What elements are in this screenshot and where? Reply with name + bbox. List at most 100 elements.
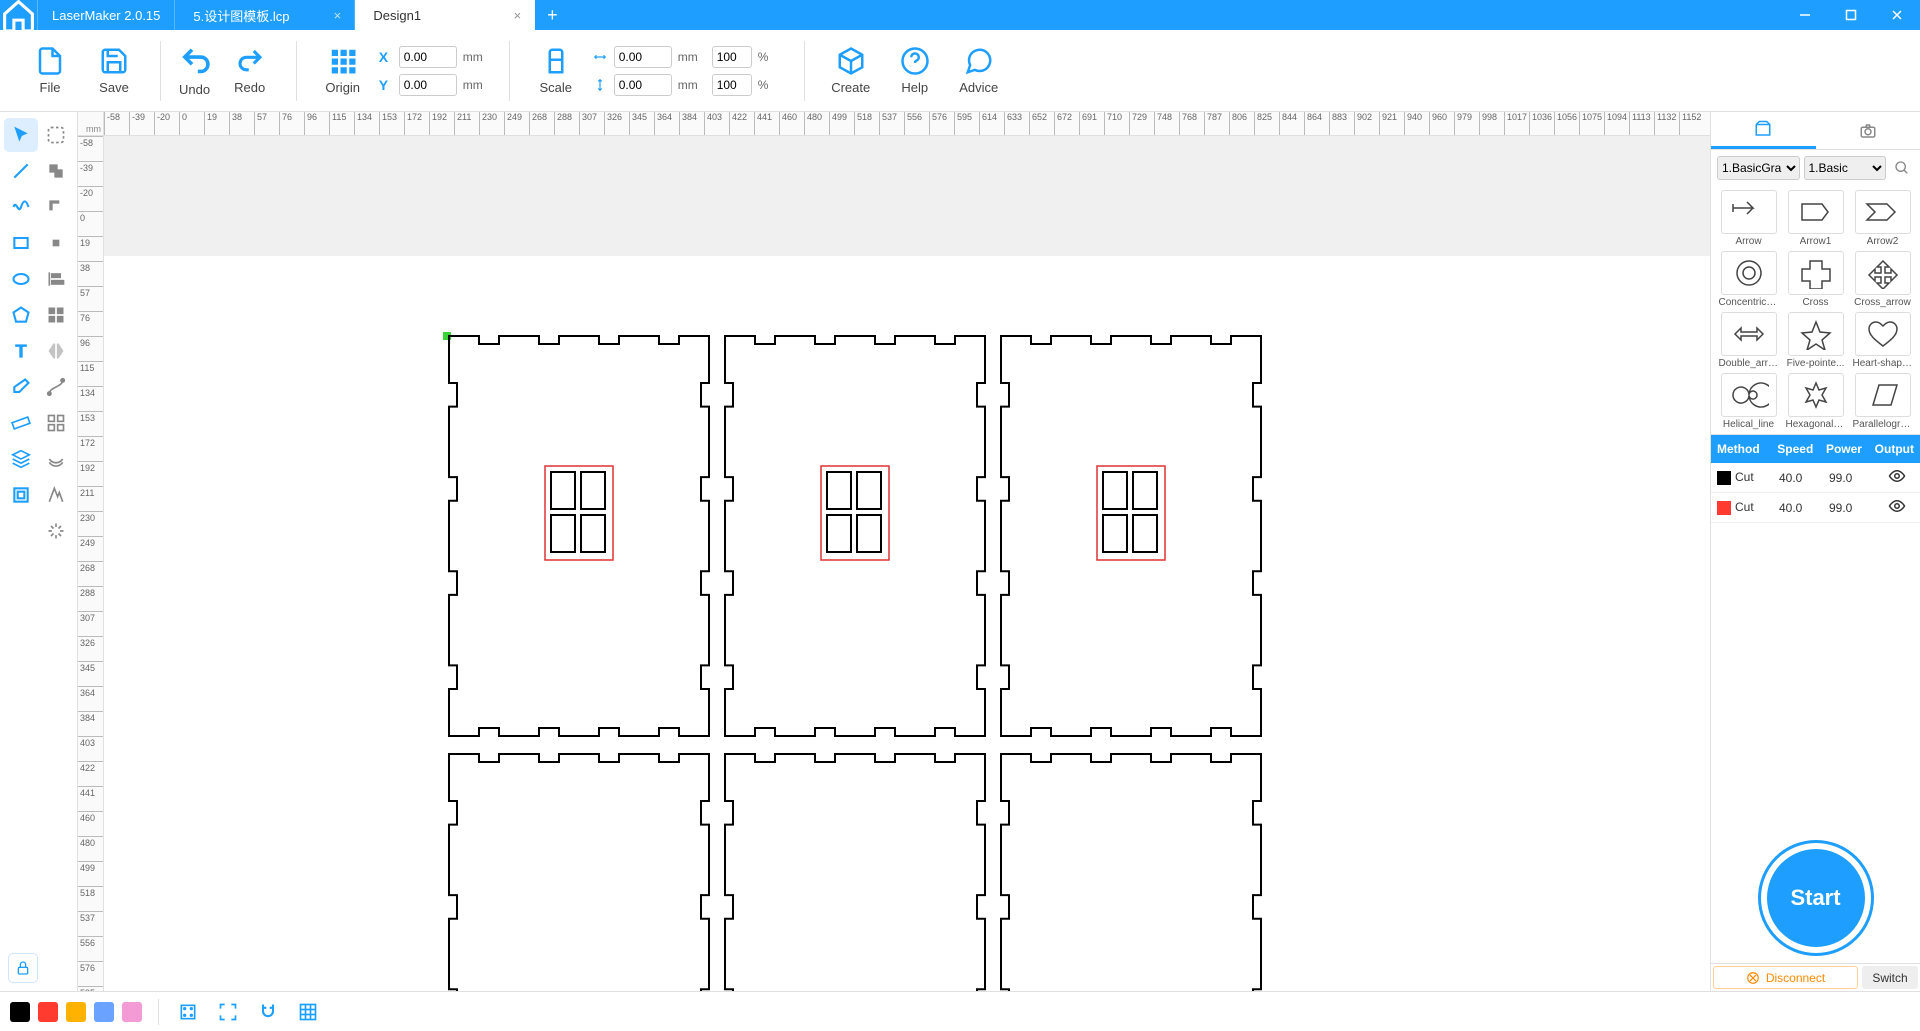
save-button[interactable]: Save — [86, 36, 142, 106]
eye-icon[interactable] — [1888, 497, 1906, 515]
engrave-tool[interactable] — [40, 478, 74, 512]
laser-tool[interactable] — [40, 514, 74, 548]
intersect-icon — [46, 233, 66, 253]
eraser-tool[interactable] — [4, 370, 38, 404]
x-input[interactable] — [399, 46, 457, 68]
eye-icon[interactable] — [1888, 467, 1906, 485]
y-input[interactable] — [399, 74, 457, 96]
marquee-tool[interactable] — [40, 118, 74, 152]
right-panel: 1.BasicGra 1.Basic Arrow Arrow1Arrow2 Conc… — [1710, 112, 1920, 991]
tab-file-2[interactable]: Design1 × — [355, 0, 535, 30]
intersect-tool[interactable] — [40, 226, 74, 260]
text-icon — [11, 341, 31, 361]
text-tool[interactable] — [4, 334, 38, 368]
shape-item[interactable]: Cross — [1784, 251, 1847, 308]
zoom-fit-button[interactable] — [215, 999, 241, 1025]
tab-file-1[interactable]: 5.设计图模板.lcp × — [175, 0, 355, 30]
polygon-tool[interactable] — [4, 298, 38, 332]
layer-row[interactable]: Cut40.099.0 — [1711, 493, 1920, 523]
layers-tool[interactable] — [4, 442, 38, 476]
lock-button[interactable] — [8, 953, 38, 983]
height-pct-input[interactable] — [712, 74, 752, 96]
measure-tool[interactable] — [4, 406, 38, 440]
outline-tool[interactable] — [40, 442, 74, 476]
shape-search-button[interactable] — [1890, 156, 1914, 180]
start-button[interactable]: Start — [1761, 843, 1871, 953]
ruler-horizontal[interactable]: -58-39-200193857769611513415317219221123… — [104, 112, 1710, 136]
shape-thumb — [1721, 373, 1777, 417]
close-icon[interactable]: × — [510, 8, 524, 23]
array-tool[interactable] — [40, 406, 74, 440]
color-swatch[interactable] — [38, 1002, 58, 1022]
shape-name: Hexagonal_... — [1786, 419, 1846, 430]
create-button[interactable]: Create — [823, 36, 879, 106]
shape-name: Arrow — [1735, 236, 1761, 247]
height-input[interactable] — [614, 74, 672, 96]
tab-strip: 5.设计图模板.lcp × Design1 × + — [175, 0, 1782, 30]
switch-button[interactable]: Switch — [1862, 966, 1918, 989]
rect-tool[interactable] — [4, 226, 38, 260]
main-toolbar: File Save Undo Redo Origin X mm — [0, 30, 1920, 112]
width-pct-input[interactable] — [712, 46, 752, 68]
drawing — [104, 136, 1704, 991]
line-tool[interactable] — [4, 154, 38, 188]
mirror-tool[interactable] — [40, 334, 74, 368]
shape-item[interactable]: Concentric_... — [1717, 251, 1780, 308]
color-swatch[interactable] — [10, 1002, 30, 1022]
width-input[interactable] — [614, 46, 672, 68]
shape-name: Helical_line — [1723, 419, 1774, 430]
color-swatch[interactable] — [122, 1002, 142, 1022]
shape-category-1[interactable]: 1.BasicGra — [1717, 156, 1800, 180]
grid-tool[interactable] — [40, 298, 74, 332]
redo-button[interactable]: Redo — [222, 36, 278, 106]
camera-tab[interactable] — [1816, 112, 1920, 149]
crop-tool[interactable] — [4, 478, 38, 512]
help-button[interactable]: Help — [887, 36, 943, 106]
save-icon — [99, 46, 129, 76]
ruler-vertical[interactable]: -58-39-200193857769611513415317219221123… — [78, 136, 104, 991]
shape-item[interactable]: Heart-shaped — [1851, 312, 1914, 369]
origin-button[interactable]: Origin — [315, 36, 371, 106]
help-icon — [900, 46, 930, 76]
main-area: mm -58-39-200193857769611513415317219221… — [0, 112, 1920, 991]
close-button[interactable] — [1874, 0, 1920, 30]
shape-item[interactable]: Hexagonal_... — [1784, 373, 1847, 430]
home-button[interactable] — [0, 0, 38, 30]
shape-item[interactable]: Five-pointe... — [1784, 312, 1847, 369]
grid-button[interactable] — [295, 999, 321, 1025]
shape-item[interactable]: Cross_arrow — [1851, 251, 1914, 308]
select-tool[interactable] — [4, 118, 38, 152]
color-swatch[interactable] — [66, 1002, 86, 1022]
disconnect-button[interactable]: Disconnect — [1713, 966, 1858, 989]
advice-button[interactable]: Advice — [951, 36, 1007, 106]
fit-button[interactable] — [175, 999, 201, 1025]
zoom-fit-icon — [218, 1002, 238, 1022]
path-tool[interactable] — [40, 370, 74, 404]
shape-item[interactable]: Arrow — [1717, 190, 1780, 247]
shape-item[interactable]: Arrow2 — [1851, 190, 1914, 247]
subtract-tool[interactable] — [40, 190, 74, 224]
align-tool[interactable] — [40, 262, 74, 296]
minimize-button[interactable] — [1782, 0, 1828, 30]
shape-category-2[interactable]: 1.Basic — [1804, 156, 1887, 180]
color-swatch[interactable] — [94, 1002, 114, 1022]
shape-item[interactable]: Parallelogram — [1851, 373, 1914, 430]
canvas[interactable] — [104, 136, 1710, 991]
new-tab-button[interactable]: + — [535, 0, 569, 30]
close-icon[interactable]: × — [330, 8, 344, 23]
union-tool[interactable] — [40, 154, 74, 188]
shape-item[interactable]: Arrow1 — [1784, 190, 1847, 247]
file-button[interactable]: File — [22, 36, 78, 106]
shape-item[interactable]: Double_arrow — [1717, 312, 1780, 369]
minimize-icon — [1799, 9, 1811, 21]
curve-tool[interactable] — [4, 190, 38, 224]
ellipse-tool[interactable] — [4, 262, 38, 296]
width-icon — [592, 50, 608, 64]
divider — [804, 41, 805, 101]
shape-item[interactable]: Helical_line — [1717, 373, 1780, 430]
snap-button[interactable] — [255, 999, 281, 1025]
shapes-tab[interactable] — [1711, 112, 1816, 149]
maximize-button[interactable] — [1828, 0, 1874, 30]
scale-button[interactable]: Scale — [528, 36, 584, 106]
layer-row[interactable]: Cut40.099.0 — [1711, 463, 1920, 493]
